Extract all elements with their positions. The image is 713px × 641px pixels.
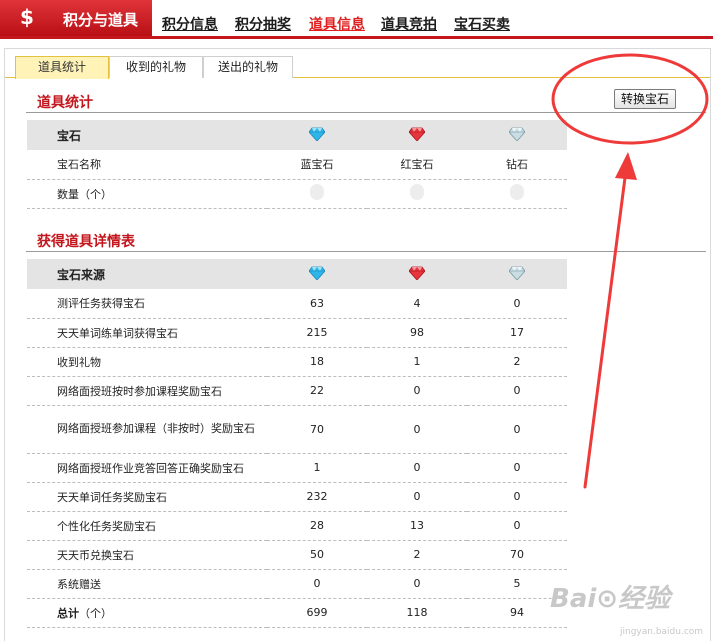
blue-gem-icon	[308, 266, 326, 283]
value-cell: 0	[367, 405, 467, 454]
nav-props-info[interactable]: 道具信息	[309, 14, 365, 34]
value-cell: 1	[367, 347, 467, 377]
value-cell: 13	[367, 511, 467, 541]
source-label: 网络面授班作业竞答回答正确奖励宝石	[27, 453, 267, 483]
stats-table: 宝石 宝石名称 蓝宝石 红宝石 钻石 数量（个）	[27, 120, 567, 209]
gem-name-cell: 钻石	[467, 150, 567, 180]
source-label: 系统赠送	[27, 569, 267, 599]
source-label: 个性化任务奖励宝石	[27, 511, 267, 541]
source-label: 网络面授班参加课程（非按时）奖励宝石	[27, 405, 267, 454]
stats-header-row: 宝石	[27, 120, 567, 150]
total-row: 总计（个） 699 118 94	[27, 598, 567, 628]
value-cell: 0	[367, 482, 467, 512]
blue-gem-icon	[308, 127, 326, 144]
total-label-unit: （个）	[79, 606, 112, 620]
red-gem-icon	[408, 127, 426, 144]
value-cell: 232	[267, 482, 367, 512]
table-row: 天天单词任务奖励宝石 232 0 0	[27, 482, 567, 512]
value-cell: 22	[267, 376, 367, 406]
gem-count-label: 数量（个）	[27, 179, 267, 209]
diamond-icon	[508, 266, 526, 283]
source-label: 收到礼物	[27, 347, 267, 377]
stats-section-rule	[26, 112, 706, 113]
details-section-title: 获得道具详情表	[37, 234, 135, 250]
tab-received-gifts[interactable]: 收到的礼物	[109, 56, 203, 78]
app-title: 积分与道具	[63, 11, 139, 29]
value-cell: 70	[467, 540, 567, 570]
gem-count-row: 数量（个）	[27, 179, 567, 209]
value-cell: 70	[267, 405, 367, 454]
tab-bar: 道具统计 收到的礼物 送出的礼物	[5, 49, 710, 79]
gem-names-row: 宝石名称 蓝宝石 红宝石 钻石	[27, 150, 567, 180]
header-divider	[0, 36, 713, 39]
details-header-label: 宝石来源	[27, 259, 267, 289]
value-cell: 0	[367, 569, 467, 599]
blurred-count-icon	[310, 184, 324, 200]
tab-props-stats[interactable]: 道具统计	[15, 56, 109, 79]
nav-points-info[interactable]: 积分信息	[162, 14, 218, 34]
table-row: 系统赠送 0 0 5	[27, 569, 567, 599]
value-cell: 1	[267, 453, 367, 483]
blurred-count-icon	[510, 184, 524, 200]
value-cell: 18	[267, 347, 367, 377]
tab-sent-gifts[interactable]: 送出的礼物	[203, 56, 293, 78]
gem-name-cell: 红宝石	[367, 150, 467, 180]
table-row: 测评任务获得宝石 63 4 0	[27, 289, 567, 319]
nav-points-lottery[interactable]: 积分抽奖	[235, 14, 291, 34]
gem-names-label: 宝石名称	[27, 150, 267, 180]
stats-header-label: 宝石	[27, 120, 267, 150]
value-cell: 17	[467, 318, 567, 348]
total-cell: 699	[267, 598, 367, 628]
diamond-icon	[508, 127, 526, 144]
value-cell: 2	[467, 347, 567, 377]
total-cell: 118	[367, 598, 467, 628]
source-label: 天天币兑换宝石	[27, 540, 267, 570]
watermark-brand: Bai⊙经验	[550, 584, 671, 614]
value-cell: 0	[467, 482, 567, 512]
table-row: 天天单词练单词获得宝石 215 98 17	[27, 318, 567, 348]
value-cell: 98	[367, 318, 467, 348]
value-cell: 63	[267, 289, 367, 319]
value-cell: 0	[367, 376, 467, 406]
table-row: 收到礼物 18 1 2	[27, 347, 567, 377]
nav-props-auction[interactable]: 道具竞拍	[381, 14, 437, 34]
value-cell: 50	[267, 540, 367, 570]
value-cell: 0	[367, 453, 467, 483]
value-cell: 2	[367, 540, 467, 570]
total-label-bold: 总计	[57, 606, 79, 620]
table-row: 网络面授班按时参加课程奖励宝石 22 0 0	[27, 376, 567, 406]
value-cell: 4	[367, 289, 467, 319]
details-header-row: 宝石来源	[27, 259, 567, 289]
details-table: 宝石来源 测评任务获得宝石 63 4 0 天天单词练单词获得宝石 215 98 …	[27, 259, 567, 628]
brand-block: $ 积分与道具	[0, 0, 152, 36]
source-label: 天天单词练单词获得宝石	[27, 318, 267, 348]
dollar-logo-icon: $	[20, 5, 34, 29]
value-cell: 0	[467, 289, 567, 319]
value-cell: 215	[267, 318, 367, 348]
table-row: 个性化任务奖励宝石 28 13 0	[27, 511, 567, 541]
convert-gems-button[interactable]: 转换宝石	[614, 89, 676, 109]
value-cell: 28	[267, 511, 367, 541]
source-label: 天天单词任务奖励宝石	[27, 482, 267, 512]
value-cell: 0	[467, 405, 567, 454]
source-label: 网络面授班按时参加课程奖励宝石	[27, 376, 267, 406]
stats-section-title: 道具统计	[37, 95, 93, 111]
nav-gem-trade[interactable]: 宝石买卖	[454, 14, 510, 34]
top-header: $ 积分与道具 积分信息 积分抽奖 道具信息 道具竞拍 宝石买卖	[0, 0, 713, 40]
details-section-rule	[26, 251, 706, 252]
value-cell: 0	[467, 453, 567, 483]
value-cell: 0	[467, 511, 567, 541]
table-row: 天天币兑换宝石 50 2 70	[27, 540, 567, 570]
value-cell: 0	[467, 376, 567, 406]
red-gem-icon	[408, 266, 426, 283]
table-row: 网络面授班作业竞答回答正确奖励宝石 1 0 0	[27, 453, 567, 483]
blurred-count-icon	[410, 184, 424, 200]
gem-name-cell: 蓝宝石	[267, 150, 367, 180]
watermark-url: jingyan.baidu.com	[620, 627, 704, 637]
table-row: 网络面授班参加课程（非按时）奖励宝石 70 0 0	[27, 405, 567, 454]
total-label: 总计（个）	[27, 598, 267, 628]
value-cell: 0	[267, 569, 367, 599]
source-label: 测评任务获得宝石	[27, 289, 267, 319]
